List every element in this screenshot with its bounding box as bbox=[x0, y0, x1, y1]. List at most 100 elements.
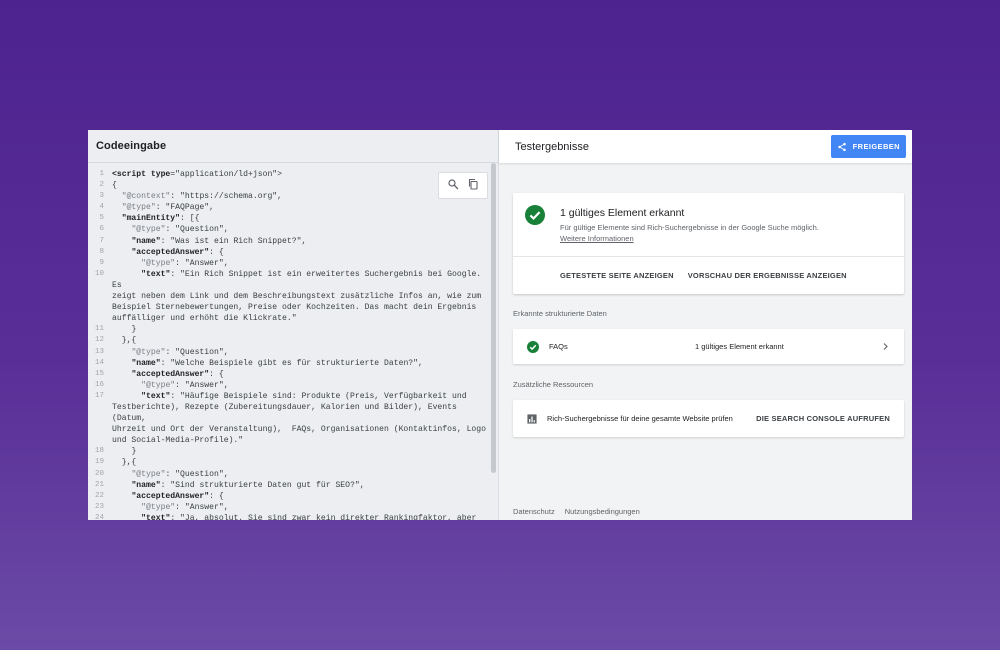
code-line: Testberichte), Rezepte (Zubereitungsdaue… bbox=[88, 402, 488, 424]
search-icon[interactable] bbox=[447, 177, 459, 195]
line-number bbox=[88, 402, 108, 424]
line-number: 22 bbox=[94, 491, 104, 500]
summary-title: 1 gültiges Element erkannt bbox=[560, 207, 685, 219]
faq-label: FAQs bbox=[549, 342, 568, 351]
line-number bbox=[88, 291, 108, 302]
line-text: } bbox=[112, 447, 137, 457]
detected-data-label: Erkannte strukturierte Daten bbox=[513, 309, 607, 318]
code-input-pane: Codeeingabe 1 <script type="application/l… bbox=[88, 130, 499, 520]
line-number: 6 bbox=[99, 225, 104, 234]
view-tested-page-button[interactable]: GETESTETE SEITE ANZEIGEN bbox=[560, 271, 674, 280]
privacy-link[interactable]: Datenschutz bbox=[513, 507, 555, 516]
line-text: "@type": "Answer", bbox=[141, 380, 229, 390]
bar-chart-icon bbox=[527, 413, 537, 424]
line-number: 19 bbox=[94, 458, 104, 467]
line-text: "@type": "Answer", bbox=[141, 258, 229, 268]
code-line: 20 "@type": "Question", bbox=[88, 469, 488, 480]
more-info-link[interactable]: Weitere Informationen bbox=[560, 234, 634, 243]
code-line: 6 "@type": "Question", bbox=[88, 224, 488, 235]
line-text: "acceptedAnswer": { bbox=[131, 369, 224, 379]
line-text: "mainEntity": [{ bbox=[121, 214, 200, 224]
code-line: auffälliger und erhöht die Klickrate." bbox=[88, 313, 488, 324]
preview-results-button[interactable]: VORSCHAU DER ERGEBNISSE ANZEIGEN bbox=[688, 271, 847, 280]
code-line: 15 "acceptedAnswer": { bbox=[88, 369, 488, 380]
line-number: 1 bbox=[99, 170, 104, 178]
code-line: 2{ bbox=[88, 180, 488, 191]
resource-label: Rich-Suchergebnisse für deine gesamte We… bbox=[547, 414, 733, 423]
code-line: 7 "name": "Was ist ein Rich Snippet?", bbox=[88, 236, 488, 247]
code-line: 8 "acceptedAnswer": { bbox=[88, 247, 488, 258]
code-line: 5 "mainEntity": [{ bbox=[88, 213, 488, 224]
code-lines[interactable]: 1 <script type="application/ld+json"> 2{3 … bbox=[88, 169, 488, 520]
line-text: } bbox=[112, 325, 137, 335]
footer: Datenschutz Nutzungsbedingungen bbox=[513, 507, 640, 516]
code-line: Uhrzeit und Ort der Veranstaltung), FAQs… bbox=[88, 424, 488, 435]
code-line: 10 "text": "Ein Rich Snippet ist ein erw… bbox=[88, 269, 488, 291]
line-number: 9 bbox=[99, 258, 104, 267]
line-number: 8 bbox=[99, 247, 104, 256]
line-text: "@type": "FAQPage", bbox=[121, 203, 215, 213]
terms-link[interactable]: Nutzungsbedingungen bbox=[565, 507, 640, 516]
faq-result-row[interactable]: FAQs 1 gültiges Element erkannt bbox=[513, 329, 904, 364]
line-number: 11 bbox=[94, 325, 104, 334]
copy-icon[interactable] bbox=[467, 177, 479, 195]
code-line: 17 "text": "Häufige Beispiele sind: Prod… bbox=[88, 391, 488, 402]
check-circle-icon bbox=[525, 205, 545, 225]
line-text: "@type": "Question", bbox=[131, 347, 229, 357]
code-line: 11 } bbox=[88, 324, 488, 335]
summary-card: 1 gültiges Element erkannt Für gültige E… bbox=[513, 193, 904, 294]
line-text: "name": "Was ist ein Rich Snippet?", bbox=[131, 236, 307, 246]
line-number: 24 bbox=[94, 513, 104, 520]
search-console-button[interactable]: DIE SEARCH CONSOLE AUFRUFEN bbox=[756, 414, 890, 423]
line-number: 17 bbox=[94, 391, 104, 400]
line-number: 2 bbox=[99, 181, 104, 190]
line-number: 18 bbox=[94, 447, 104, 456]
line-text: },{ bbox=[112, 336, 137, 346]
rich-results-test-window: Codeeingabe 1 <script type="application/l… bbox=[88, 130, 912, 520]
line-text: Uhrzeit und Ort der Veranstaltung), FAQs… bbox=[112, 425, 486, 435]
line-number: 5 bbox=[99, 214, 104, 223]
line-text: "text": "Ein Rich Snippet ist ein erweit… bbox=[112, 269, 487, 290]
line-text: "@context": "https://schema.org", bbox=[121, 192, 283, 202]
line-number bbox=[88, 435, 108, 446]
line-text: "@type": "Question", bbox=[131, 469, 229, 479]
code-line: 16 "@type": "Answer", bbox=[88, 380, 488, 391]
share-button-label: FREIGEBEN bbox=[852, 142, 900, 151]
code-line: Beispiel Sternebewertungen, Preise oder … bbox=[88, 302, 488, 313]
code-line: 3 "@context": "https://schema.org", bbox=[88, 191, 488, 202]
code-line: 18 } bbox=[88, 446, 488, 457]
additional-resources-label: Zusätzliche Ressourcen bbox=[513, 380, 594, 389]
code-line: 12 },{ bbox=[88, 335, 488, 346]
line-number: 10 bbox=[94, 269, 104, 278]
check-circle-icon bbox=[527, 340, 539, 353]
line-text: "name": "Welche Beispiele gibt es für st… bbox=[131, 358, 423, 368]
line-number: 3 bbox=[99, 192, 104, 201]
test-results-pane: Testergebnisse FREIGEBEN 1 gültiges Elem… bbox=[499, 130, 912, 520]
line-text: und Social-Media-Profile)." bbox=[112, 436, 244, 446]
code-line: zeigt neben dem Link und dem Beschreibun… bbox=[88, 291, 488, 302]
code-line: 22 "acceptedAnswer": { bbox=[88, 491, 488, 502]
editor-toolbar bbox=[438, 172, 488, 199]
line-text: { bbox=[112, 181, 117, 191]
chevron-right-icon bbox=[881, 338, 890, 356]
line-number: 23 bbox=[94, 502, 104, 511]
line-text: Beispiel Sternebewertungen, Preise oder … bbox=[112, 303, 477, 313]
share-button[interactable]: FREIGEBEN bbox=[830, 135, 906, 158]
code-editor[interactable]: 1 <script type="application/ld+json"> 2{3 … bbox=[88, 163, 498, 520]
editor-scrollbar[interactable] bbox=[491, 163, 496, 473]
line-number: 21 bbox=[94, 480, 104, 489]
line-number: 15 bbox=[94, 369, 104, 378]
code-line: 13 "@type": "Question", bbox=[88, 347, 488, 358]
line-number bbox=[88, 302, 108, 313]
line-number: 13 bbox=[94, 347, 104, 356]
line-text: "acceptedAnswer": { bbox=[131, 491, 224, 501]
line-text: "@type": "Question", bbox=[131, 225, 229, 235]
share-icon bbox=[837, 142, 846, 151]
line-text: },{ bbox=[112, 458, 137, 468]
code-line: und Social-Media-Profile)." bbox=[88, 435, 488, 446]
code-input-header: Codeeingabe bbox=[88, 130, 498, 163]
line-number: 7 bbox=[99, 236, 104, 245]
line-text: "@type": "Answer", bbox=[141, 502, 229, 512]
resource-row: Rich-Suchergebnisse für deine gesamte We… bbox=[513, 400, 904, 437]
line-number bbox=[88, 313, 108, 324]
